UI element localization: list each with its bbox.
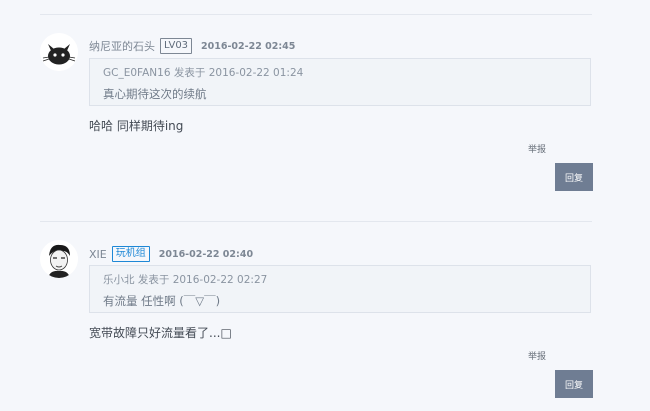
level-badge: LV03 [160, 38, 193, 54]
quote-time: 2016-02-22 02:27 [172, 274, 268, 286]
report-link[interactable]: 举报 [528, 142, 546, 155]
quote-block: GC_E0FAN16 发表于 2016-02-22 01:24 真心期待这次的续… [89, 58, 591, 106]
comment-time: 2016-02-22 02:45 [201, 40, 296, 52]
user-avatar[interactable] [40, 33, 78, 71]
cat-avatar-icon [40, 33, 78, 71]
comment-time: 2016-02-22 02:40 [158, 248, 254, 260]
quote-time: 2016-02-22 01:24 [208, 67, 304, 79]
username-link[interactable]: 纳尼亚的石头 [89, 38, 155, 54]
quote-author: GC_E0FAN16 [103, 67, 171, 79]
quote-header: GC_E0FAN16 发表于 2016-02-22 01:24 [103, 65, 303, 80]
comment-text: 宽带故障只好流量看了...□ [89, 326, 232, 340]
username-link[interactable]: XIE [89, 248, 107, 261]
quote-text: 真心期待这次的续航 [103, 87, 207, 101]
comment-divider [40, 221, 592, 222]
report-link[interactable]: 举报 [528, 349, 546, 362]
quote-header: 乐小北 发表于 2016-02-22 02:27 [103, 272, 267, 287]
quote-author: 乐小北 [103, 274, 135, 286]
man-avatar-icon [40, 240, 78, 278]
quote-verb: 发表于 [137, 274, 170, 286]
user-avatar[interactable] [40, 240, 78, 278]
quote-verb: 发表于 [173, 67, 206, 79]
quote-text: 有流量 任性啊 (￣▽￣) [103, 294, 221, 308]
comment-meta: 纳尼亚的石头 LV03 2016-02-22 02:45 [89, 37, 295, 55]
comment-text: 哈哈 同样期待ing [89, 119, 184, 133]
reply-button[interactable]: 回复 [555, 163, 593, 191]
comment-meta: XIE 玩机组 2016-02-22 02:40 [89, 245, 253, 263]
group-badge: 玩机组 [111, 246, 150, 262]
quote-block: 乐小北 发表于 2016-02-22 02:27 有流量 任性啊 (￣▽￣) [89, 265, 591, 313]
reply-button[interactable]: 回复 [555, 370, 593, 398]
top-divider [40, 14, 592, 15]
